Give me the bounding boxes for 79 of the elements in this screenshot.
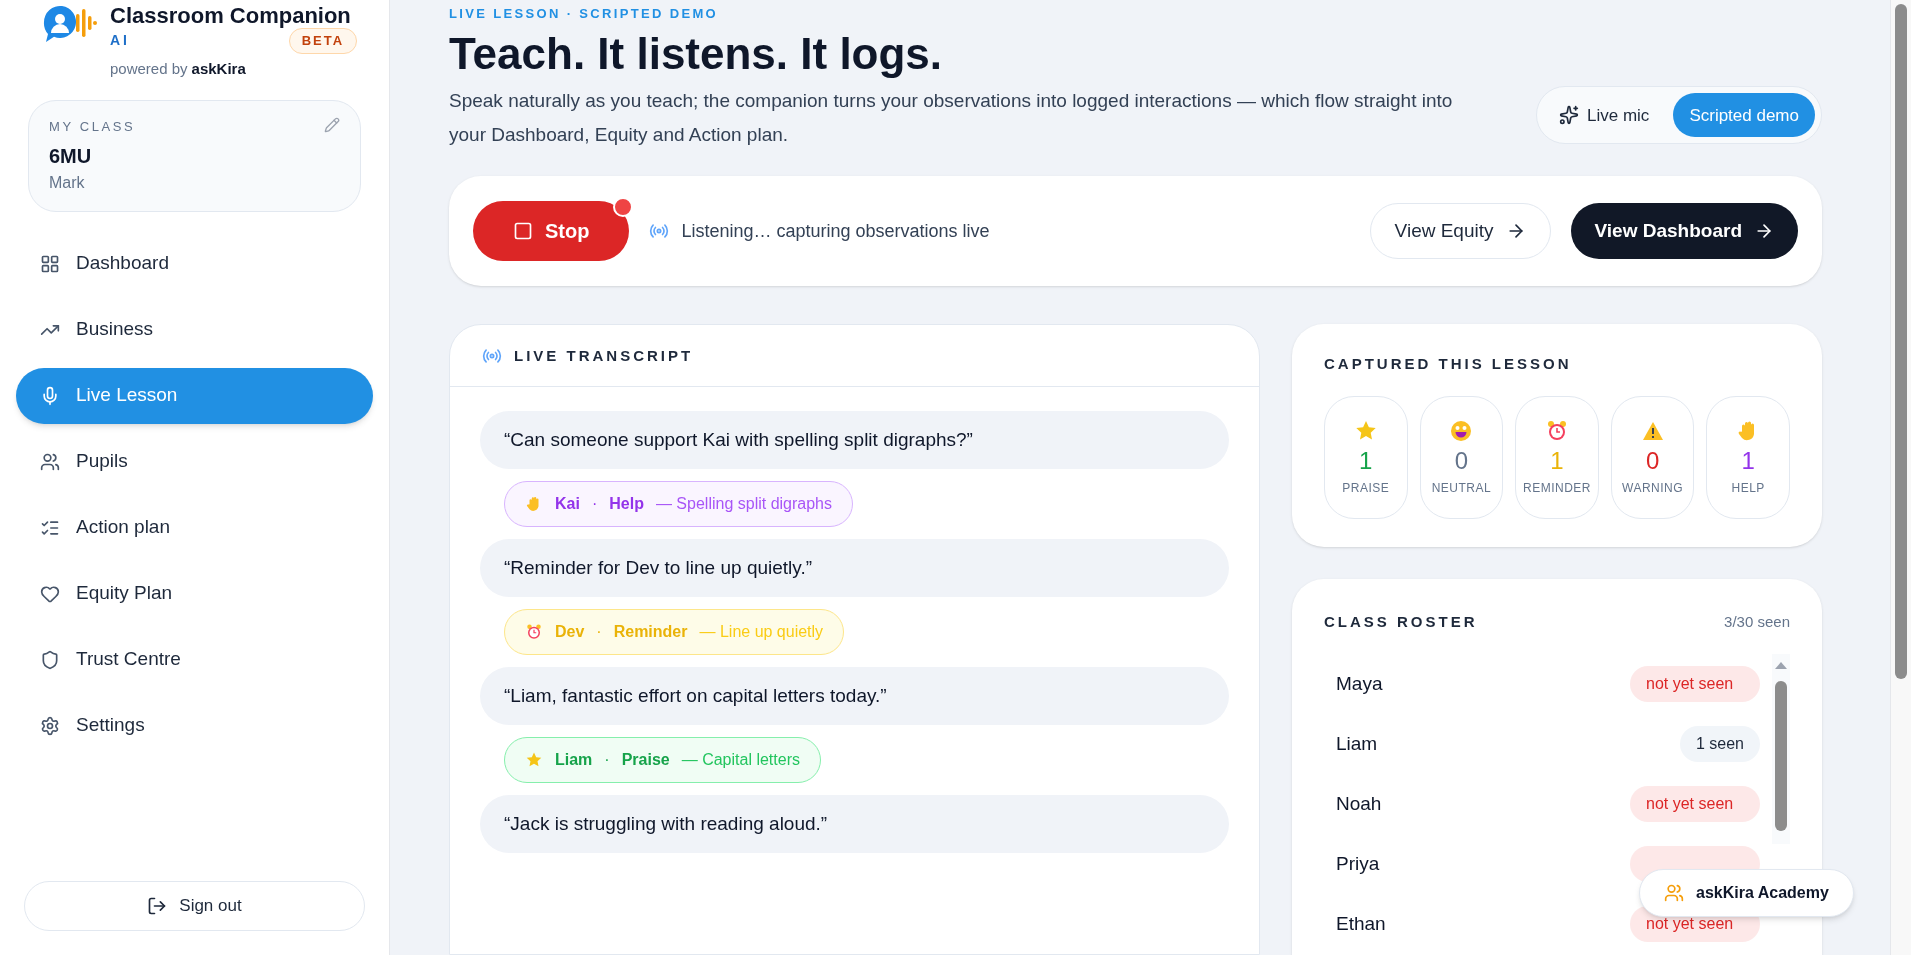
transcript-title: LIVE TRANSCRIPT (514, 345, 694, 366)
view-dashboard-button[interactable]: View Dashboard (1570, 203, 1798, 260)
sparkle-icon (1559, 105, 1579, 126)
beta-badge: BETA (288, 28, 357, 54)
edit-icon[interactable] (324, 117, 340, 133)
separator-dot: · (591, 494, 598, 515)
people-icon (1664, 883, 1684, 903)
nav-icon (40, 649, 60, 670)
academy-button[interactable]: askKira Academy (1639, 869, 1854, 917)
nav-icon (40, 715, 60, 736)
nav-item[interactable]: Action plan (16, 499, 373, 556)
count-label: WARNING (1622, 479, 1684, 497)
alarm-clock-icon (1545, 418, 1569, 443)
app-title: Classroom Companion (110, 4, 352, 28)
category-name: Reminder (613, 622, 688, 643)
nav-item[interactable]: Business (16, 301, 373, 358)
stop-icon (513, 221, 533, 242)
pupil-name: Maya (1336, 671, 1383, 696)
pupil-name: Liam (1336, 731, 1378, 756)
page-eyebrow: LIVE LESSON · SCRIPTED DEMO (449, 5, 720, 23)
page-title: Teach. It listens. It logs. (449, 27, 944, 80)
sign-out-button[interactable]: Sign out (24, 881, 365, 931)
count-value: 0 (1454, 446, 1469, 475)
count-label: PRAISE (1342, 479, 1390, 497)
transcript-quote: “Reminder for Dev to line up quietly.” (480, 539, 1229, 598)
nav-item[interactable]: Equity Plan (16, 565, 373, 622)
mode-option[interactable]: Live mic (1543, 93, 1666, 138)
captured-title: CAPTURED THIS LESSON (1324, 355, 1572, 373)
pupil-name: Liam (555, 750, 593, 771)
seen-status: 1 seen (1679, 725, 1760, 762)
pupil-name: Noah (1336, 791, 1382, 816)
listening-status: Listening… capturing observations live (681, 219, 990, 243)
transcript-quote: “Can someone support Kai with spelling split digraphs?” (480, 411, 1229, 470)
nav-item[interactable]: Pupils (16, 433, 373, 490)
view-equity-button[interactable]: View Equity (1369, 203, 1551, 260)
roster-scrollbar[interactable] (1772, 653, 1790, 844)
seen-status: not yet seen (1630, 665, 1760, 702)
window-scrollbar[interactable] (1890, 0, 1911, 955)
count-label: NEUTRAL (1431, 479, 1492, 497)
nav-item[interactable]: Settings (16, 697, 373, 754)
count-value: 1 (1550, 446, 1564, 475)
count-value: 0 (1645, 446, 1660, 475)
teacher-name: Mark (49, 172, 86, 193)
nav-icon (40, 385, 60, 406)
pupil-name: Dev (555, 622, 585, 643)
brand-name: askKira (191, 58, 246, 79)
nav-icon (40, 583, 60, 604)
pupil-name: Kai (555, 494, 580, 515)
pupil-name: Priya (1336, 851, 1380, 876)
category-name: Praise (621, 750, 670, 771)
seen-count: 3/30 seen (1724, 612, 1790, 633)
interaction-note: — Capital letters (681, 750, 800, 771)
count-value: 1 (1741, 446, 1755, 475)
pupil-name: Ethan (1336, 911, 1386, 936)
powered-by-label: powered by (110, 58, 188, 79)
nav-item[interactable]: Dashboard (16, 235, 373, 292)
transcript-quote: “Jack is struggling with reading aloud.” (480, 795, 1229, 854)
nav-icon (40, 253, 60, 274)
sign-out-icon (147, 896, 168, 916)
nav-icon (40, 451, 60, 472)
roster-title: CLASS ROSTER (1324, 612, 1478, 633)
page-description: Speak naturally as you teach; the companion turns your observations into logged interactions — which flow straight into your Dashboard, Equity and Action plan. (449, 89, 1454, 148)
separator-dot: · (596, 622, 602, 643)
class-name: 6MU (49, 143, 93, 169)
count-value: 1 (1359, 446, 1373, 475)
class-label: MY CLASS (49, 118, 136, 136)
stop-button[interactable]: Stop (473, 201, 630, 262)
interaction-note: — Line up quietly (699, 622, 824, 643)
alarm-clock-icon (525, 623, 543, 642)
category-name: Help (609, 494, 644, 515)
count-label: REMINDER (1523, 479, 1591, 497)
count-label: HELP (1731, 479, 1765, 497)
separator-dot: · (604, 750, 610, 771)
app-subtitle: AI (110, 31, 130, 51)
transcript-quote: “Liam, fantastic effort on capital letters today.” (480, 667, 1229, 726)
nav-item[interactable]: Trust Centre (16, 631, 373, 688)
interaction-note: — Spelling split digraphs (655, 494, 832, 515)
grinning-face-icon (1449, 418, 1474, 443)
seen-status: not yet seen (1630, 785, 1760, 822)
